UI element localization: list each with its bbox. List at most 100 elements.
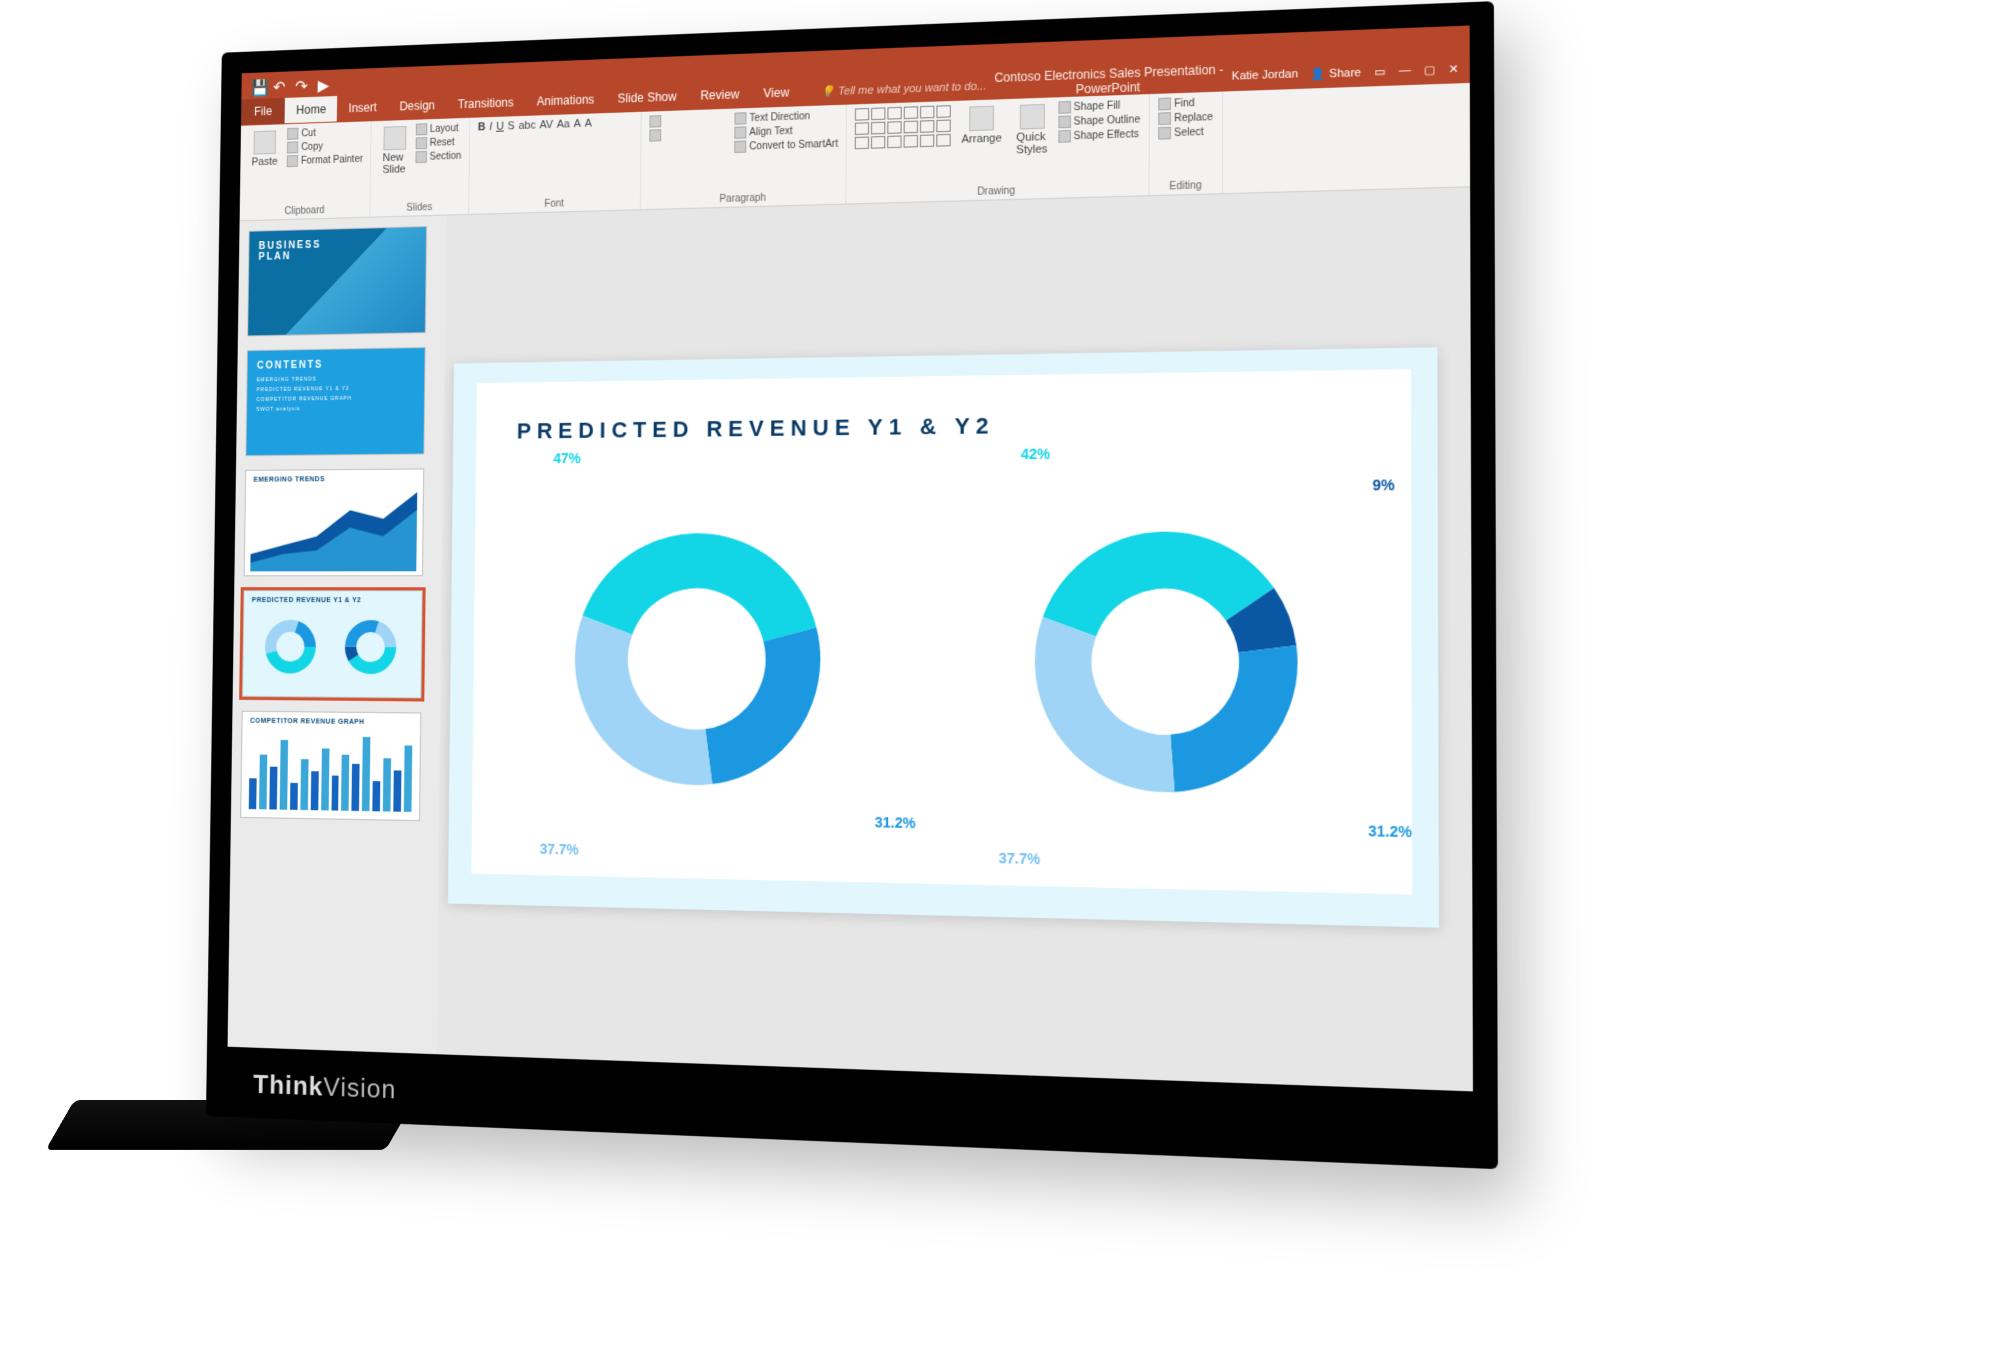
start-slideshow-icon[interactable]: ▶ [318, 76, 331, 90]
donut-chart-y1: 47% 31.2% 37.7% [471, 469, 927, 883]
slide-content: PREDICTED REVENUE Y1 & Y2 47% [471, 369, 1412, 894]
y2-label-42: 42% [1021, 446, 1050, 463]
format-painter-icon [287, 155, 298, 167]
y2-label-9: 9% [1372, 476, 1394, 493]
align-text-icon [734, 126, 746, 139]
bullets-icon [649, 129, 661, 141]
tab-view[interactable]: View [751, 79, 801, 107]
align-text-button[interactable]: Align Text [734, 123, 838, 139]
screen: 💾 ↶ ↷ ▶ File Home Insert Design Transiti… [228, 26, 1473, 1092]
bold-button[interactable]: B [478, 121, 486, 133]
replace-button[interactable]: Replace [1158, 111, 1213, 125]
ribbon-group-drawing: Arrange Quick Styles Shape Fill Shape Ou… [847, 94, 1150, 203]
shape-effects-button[interactable]: Shape Effects [1058, 128, 1140, 143]
shapes-gallery[interactable] [855, 105, 951, 149]
ribbon-options-icon[interactable]: ▭ [1374, 64, 1385, 78]
format-painter-button[interactable]: Format Painter [287, 153, 363, 167]
select-button[interactable]: Select [1158, 125, 1213, 139]
close-icon[interactable]: ✕ [1449, 62, 1459, 76]
ribbon-group-slides: New Slide Layout Reset Section Slides [371, 118, 471, 217]
new-slide-button[interactable]: New Slide [379, 124, 410, 178]
cut-button[interactable]: Cut [287, 125, 363, 139]
copy-icon [287, 141, 298, 153]
redo-icon[interactable]: ↷ [295, 77, 308, 91]
underline-button[interactable]: U [496, 121, 504, 133]
current-slide[interactable]: PREDICTED REVENUE Y1 & Y2 47% [448, 347, 1439, 927]
shape-fill-icon [1058, 101, 1071, 114]
maximize-icon[interactable]: ▢ [1424, 62, 1435, 76]
save-icon[interactable]: 💾 [251, 78, 264, 92]
tab-transitions[interactable]: Transitions [446, 89, 525, 118]
layout-icon [416, 123, 428, 135]
copy-button[interactable]: Copy [287, 139, 363, 153]
slide-thumbnail-2[interactable]: CONTENTS EMERGING TRENDS PREDICTED REVEN… [245, 347, 425, 456]
share-button[interactable]: 👤 Share [1311, 65, 1361, 80]
new-slide-icon [383, 126, 406, 150]
tab-slideshow[interactable]: Slide Show [606, 83, 689, 112]
y1-label-37: 37.7% [540, 840, 579, 857]
slide-thumbnail-1[interactable]: BUSINESSPLAN [247, 226, 427, 336]
tab-design[interactable]: Design [388, 92, 446, 120]
paste-icon [254, 130, 277, 154]
cut-icon [287, 128, 298, 140]
undo-icon[interactable]: ↶ [273, 77, 286, 91]
ribbon-group-font: B I U S abc AV Aa A A Font [469, 112, 642, 214]
shadow-button[interactable]: S [508, 120, 515, 132]
slide-thumbnail-5[interactable]: COMPETITOR REVENUE GRAPH [240, 711, 421, 821]
section-button[interactable]: Section [415, 150, 461, 163]
ribbon-group-paragraph: Text Direction Align Text Convert to Sma… [641, 105, 847, 210]
section-icon [415, 151, 427, 163]
shape-outline-button[interactable]: Shape Outline [1058, 113, 1140, 128]
shape-outline-icon [1058, 115, 1071, 128]
monitor-bezel: ThinkVision 💾 ↶ ↷ ▶ File Home Insert Des… [206, 1, 1498, 1169]
italic-button[interactable]: I [489, 121, 492, 133]
group-label-paragraph: Paragraph [649, 188, 838, 207]
find-button[interactable]: Find [1158, 96, 1213, 110]
user-name[interactable]: Katie Jordan [1232, 68, 1298, 83]
replace-icon [1158, 112, 1171, 125]
ribbon-group-editing: Find Replace Select Editing [1150, 92, 1223, 196]
ribbon-group-clipboard: Paste Cut Copy Format Painter Clipboard [240, 121, 372, 220]
reset-button[interactable]: Reset [415, 136, 461, 149]
change-case-button[interactable]: Aa [557, 118, 570, 130]
select-icon [1158, 127, 1171, 140]
quick-styles-button[interactable]: Quick Styles [1012, 102, 1052, 159]
smartart-icon [734, 141, 746, 154]
convert-smartart-button[interactable]: Convert to SmartArt [734, 138, 838, 153]
group-label-clipboard: Clipboard [247, 202, 362, 218]
layout-button[interactable]: Layout [416, 122, 462, 135]
group-label-slides: Slides [378, 199, 461, 214]
tab-animations[interactable]: Animations [525, 86, 606, 115]
arrange-button[interactable]: Arrange [957, 103, 1006, 148]
char-spacing-button[interactable]: AV [539, 119, 553, 131]
slide-thumbnail-panel[interactable]: BUSINESSPLAN CONTENTS EMERGING TRENDS PR… [228, 216, 447, 1055]
tab-review[interactable]: Review [688, 81, 751, 109]
tab-file[interactable]: File [241, 98, 285, 125]
text-direction-button[interactable]: Text Direction [735, 109, 839, 125]
grow-font-button[interactable]: A [574, 118, 581, 130]
minimize-icon[interactable]: — [1399, 64, 1411, 77]
y2-label-37: 37.7% [999, 849, 1041, 867]
align-left-icon [650, 115, 662, 127]
slide-canvas-area[interactable]: PREDICTED REVENUE Y1 & Y2 47% [436, 187, 1472, 1091]
strikethrough-button[interactable]: abc [518, 119, 535, 132]
reset-icon [415, 137, 427, 149]
donut-chart-y2: 42% 9% 31.2% 37.7% [926, 466, 1413, 895]
shape-effects-icon [1058, 130, 1071, 143]
shape-fill-button[interactable]: Shape Fill [1058, 99, 1140, 114]
tab-home[interactable]: Home [285, 96, 338, 123]
align-left-button[interactable] [650, 113, 729, 128]
shrink-font-button[interactable]: A [585, 118, 592, 130]
quick-styles-icon [1019, 104, 1044, 130]
slide-title[interactable]: PREDICTED REVENUE Y1 & Y2 [517, 413, 995, 445]
bullets-button[interactable] [649, 127, 728, 142]
group-label-font: Font [477, 194, 632, 211]
tab-insert[interactable]: Insert [337, 94, 388, 121]
monitor-brand: ThinkVision [253, 1069, 396, 1106]
slide-thumbnail-3[interactable]: EMERGING TRENDS [244, 468, 424, 576]
tell-me-search[interactable]: 💡 Tell me what you want to do... [821, 79, 986, 98]
y1-label-47: 47% [553, 450, 580, 466]
group-label-editing: Editing [1158, 178, 1213, 193]
paste-button[interactable]: Paste [248, 128, 282, 170]
slide-thumbnail-4[interactable]: PREDICTED REVENUE Y1 & Y2 [242, 590, 423, 698]
